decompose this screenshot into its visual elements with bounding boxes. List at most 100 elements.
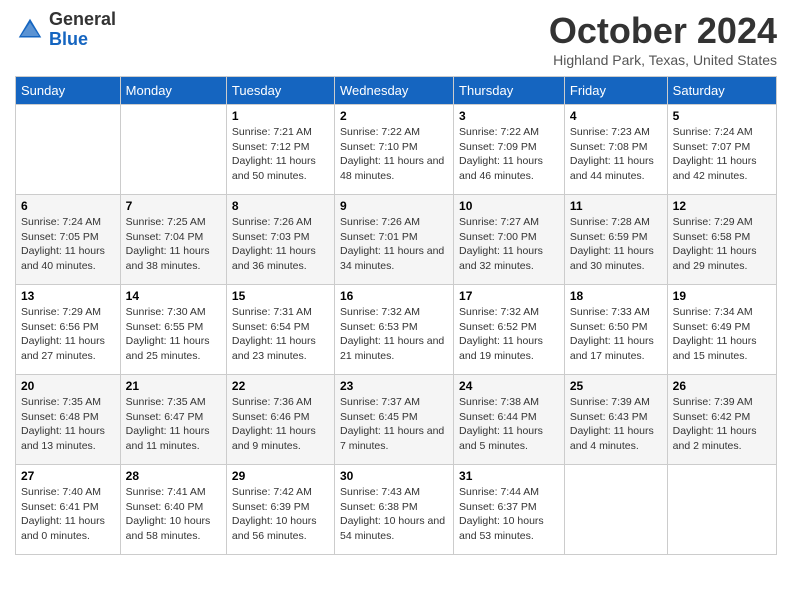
calendar-cell: 4 Sunrise: 7:23 AMSunset: 7:08 PMDaylight… <box>564 105 667 195</box>
day-number: 6 <box>21 199 115 213</box>
calendar-cell <box>16 105 121 195</box>
day-info: Sunrise: 7:26 AMSunset: 7:03 PMDaylight:… <box>232 215 329 274</box>
calendar-cell: 8 Sunrise: 7:26 AMSunset: 7:03 PMDaylight… <box>226 195 334 285</box>
calendar-cell: 12 Sunrise: 7:29 AMSunset: 6:58 PMDayligh… <box>667 195 776 285</box>
day-number: 17 <box>459 289 559 303</box>
week-row-3: 13Sunrise: 7:29 AMSunset: 6:56 PMDayligh… <box>16 285 777 375</box>
calendar-cell: 17 Sunrise: 7:32 AMSunset: 6:52 PMDayligh… <box>454 285 565 375</box>
calendar-cell <box>120 105 226 195</box>
calendar-cell: 5 Sunrise: 7:24 AMSunset: 7:07 PMDaylight… <box>667 105 776 195</box>
day-number: 8 <box>232 199 329 213</box>
calendar-cell <box>564 465 667 555</box>
day-info: Sunrise: 7:30 AMSunset: 6:55 PMDaylight:… <box>126 305 221 364</box>
day-info: Sunrise: 7:44 AMSunset: 6:37 PMDaylight:… <box>459 485 559 544</box>
main-title: October 2024 <box>549 10 777 52</box>
calendar-cell: 3Sunrise: 7:22 AMSunset: 7:09 PMDaylight… <box>454 105 565 195</box>
day-number: 23 <box>340 379 448 393</box>
calendar-cell: 2Sunrise: 7:22 AMSunset: 7:10 PMDaylight… <box>334 105 453 195</box>
day-number: 19 <box>673 289 771 303</box>
calendar-cell: 29Sunrise: 7:42 AMSunset: 6:39 PMDayligh… <box>226 465 334 555</box>
calendar-cell: 9 Sunrise: 7:26 AMSunset: 7:01 PMDaylight… <box>334 195 453 285</box>
calendar-header: SundayMondayTuesdayWednesdayThursdayFrid… <box>16 77 777 105</box>
calendar-cell: 26Sunrise: 7:39 AMSunset: 6:42 PMDayligh… <box>667 375 776 465</box>
day-info: Sunrise: 7:27 AMSunset: 7:00 PMDaylight:… <box>459 215 559 274</box>
day-number: 22 <box>232 379 329 393</box>
week-row-4: 20Sunrise: 7:35 AMSunset: 6:48 PMDayligh… <box>16 375 777 465</box>
day-number: 15 <box>232 289 329 303</box>
header-row: SundayMondayTuesdayWednesdayThursdayFrid… <box>16 77 777 105</box>
calendar-cell <box>667 465 776 555</box>
week-row-1: 1 Sunrise: 7:21 AMSunset: 7:12 PMDaylight… <box>16 105 777 195</box>
calendar-cell: 20Sunrise: 7:35 AMSunset: 6:48 PMDayligh… <box>16 375 121 465</box>
day-info: Sunrise: 7:32 AMSunset: 6:53 PMDaylight:… <box>340 305 448 364</box>
logo: General Blue <box>15 10 116 50</box>
calendar-cell: 19 Sunrise: 7:34 AMSunset: 6:49 PMDayligh… <box>667 285 776 375</box>
title-block: October 2024 Highland Park, Texas, Unite… <box>549 10 777 68</box>
day-number: 1 <box>232 109 329 123</box>
calendar-cell: 24Sunrise: 7:38 AMSunset: 6:44 PMDayligh… <box>454 375 565 465</box>
day-number: 13 <box>21 289 115 303</box>
calendar-body: 1 Sunrise: 7:21 AMSunset: 7:12 PMDaylight… <box>16 105 777 555</box>
header-cell-tuesday: Tuesday <box>226 77 334 105</box>
day-info: Sunrise: 7:37 AMSunset: 6:45 PMDaylight:… <box>340 395 448 454</box>
day-info: Sunrise: 7:39 AMSunset: 6:42 PMDaylight:… <box>673 395 771 454</box>
calendar-cell: 6 Sunrise: 7:24 AMSunset: 7:05 PMDaylight… <box>16 195 121 285</box>
day-info: Sunrise: 7:41 AMSunset: 6:40 PMDaylight:… <box>126 485 221 544</box>
day-number: 31 <box>459 469 559 483</box>
calendar-cell: 16 Sunrise: 7:32 AMSunset: 6:53 PMDayligh… <box>334 285 453 375</box>
logo-general-text: General <box>49 10 116 30</box>
day-info: Sunrise: 7:29 AMSunset: 6:58 PMDaylight:… <box>673 215 771 274</box>
logo-icon <box>15 15 45 45</box>
week-row-5: 27Sunrise: 7:40 AMSunset: 6:41 PMDayligh… <box>16 465 777 555</box>
day-info: Sunrise: 7:34 AMSunset: 6:49 PMDaylight:… <box>673 305 771 364</box>
day-number: 28 <box>126 469 221 483</box>
day-info: Sunrise: 7:35 AMSunset: 6:47 PMDaylight:… <box>126 395 221 454</box>
calendar-cell: 28 Sunrise: 7:41 AMSunset: 6:40 PMDayligh… <box>120 465 226 555</box>
calendar-cell: 1 Sunrise: 7:21 AMSunset: 7:12 PMDaylight… <box>226 105 334 195</box>
calendar-cell: 21 Sunrise: 7:35 AMSunset: 6:47 PMDayligh… <box>120 375 226 465</box>
day-number: 16 <box>340 289 448 303</box>
day-number: 4 <box>570 109 662 123</box>
header-cell-monday: Monday <box>120 77 226 105</box>
calendar-cell: 23 Sunrise: 7:37 AMSunset: 6:45 PMDayligh… <box>334 375 453 465</box>
calendar-cell: 30Sunrise: 7:43 AMSunset: 6:38 PMDayligh… <box>334 465 453 555</box>
day-number: 3 <box>459 109 559 123</box>
logo-text: General Blue <box>49 10 116 50</box>
day-number: 24 <box>459 379 559 393</box>
day-info: Sunrise: 7:24 AMSunset: 7:05 PMDaylight:… <box>21 215 115 274</box>
day-info: Sunrise: 7:24 AMSunset: 7:07 PMDaylight:… <box>673 125 771 184</box>
logo-blue-text: Blue <box>49 30 116 50</box>
subtitle: Highland Park, Texas, United States <box>549 52 777 68</box>
header-cell-wednesday: Wednesday <box>334 77 453 105</box>
day-info: Sunrise: 7:23 AMSunset: 7:08 PMDaylight:… <box>570 125 662 184</box>
week-row-2: 6 Sunrise: 7:24 AMSunset: 7:05 PMDaylight… <box>16 195 777 285</box>
day-info: Sunrise: 7:21 AMSunset: 7:12 PMDaylight:… <box>232 125 329 184</box>
header-cell-sunday: Sunday <box>16 77 121 105</box>
calendar-cell: 27Sunrise: 7:40 AMSunset: 6:41 PMDayligh… <box>16 465 121 555</box>
day-info: Sunrise: 7:25 AMSunset: 7:04 PMDaylight:… <box>126 215 221 274</box>
calendar-cell: 11 Sunrise: 7:28 AMSunset: 6:59 PMDayligh… <box>564 195 667 285</box>
day-number: 25 <box>570 379 662 393</box>
day-number: 12 <box>673 199 771 213</box>
calendar-cell: 7Sunrise: 7:25 AMSunset: 7:04 PMDaylight… <box>120 195 226 285</box>
day-info: Sunrise: 7:28 AMSunset: 6:59 PMDaylight:… <box>570 215 662 274</box>
day-info: Sunrise: 7:39 AMSunset: 6:43 PMDaylight:… <box>570 395 662 454</box>
day-number: 21 <box>126 379 221 393</box>
day-info: Sunrise: 7:26 AMSunset: 7:01 PMDaylight:… <box>340 215 448 274</box>
day-info: Sunrise: 7:40 AMSunset: 6:41 PMDaylight:… <box>21 485 115 544</box>
day-number: 14 <box>126 289 221 303</box>
day-number: 2 <box>340 109 448 123</box>
calendar-cell: 18Sunrise: 7:33 AMSunset: 6:50 PMDayligh… <box>564 285 667 375</box>
day-info: Sunrise: 7:32 AMSunset: 6:52 PMDaylight:… <box>459 305 559 364</box>
day-number: 30 <box>340 469 448 483</box>
calendar-cell: 25 Sunrise: 7:39 AMSunset: 6:43 PMDayligh… <box>564 375 667 465</box>
page-header: General Blue October 2024 Highland Park,… <box>15 10 777 68</box>
day-number: 5 <box>673 109 771 123</box>
calendar-cell: 31 Sunrise: 7:44 AMSunset: 6:37 PMDayligh… <box>454 465 565 555</box>
header-cell-friday: Friday <box>564 77 667 105</box>
day-number: 20 <box>21 379 115 393</box>
day-number: 11 <box>570 199 662 213</box>
day-number: 9 <box>340 199 448 213</box>
header-cell-saturday: Saturday <box>667 77 776 105</box>
calendar-cell: 14 Sunrise: 7:30 AMSunset: 6:55 PMDayligh… <box>120 285 226 375</box>
